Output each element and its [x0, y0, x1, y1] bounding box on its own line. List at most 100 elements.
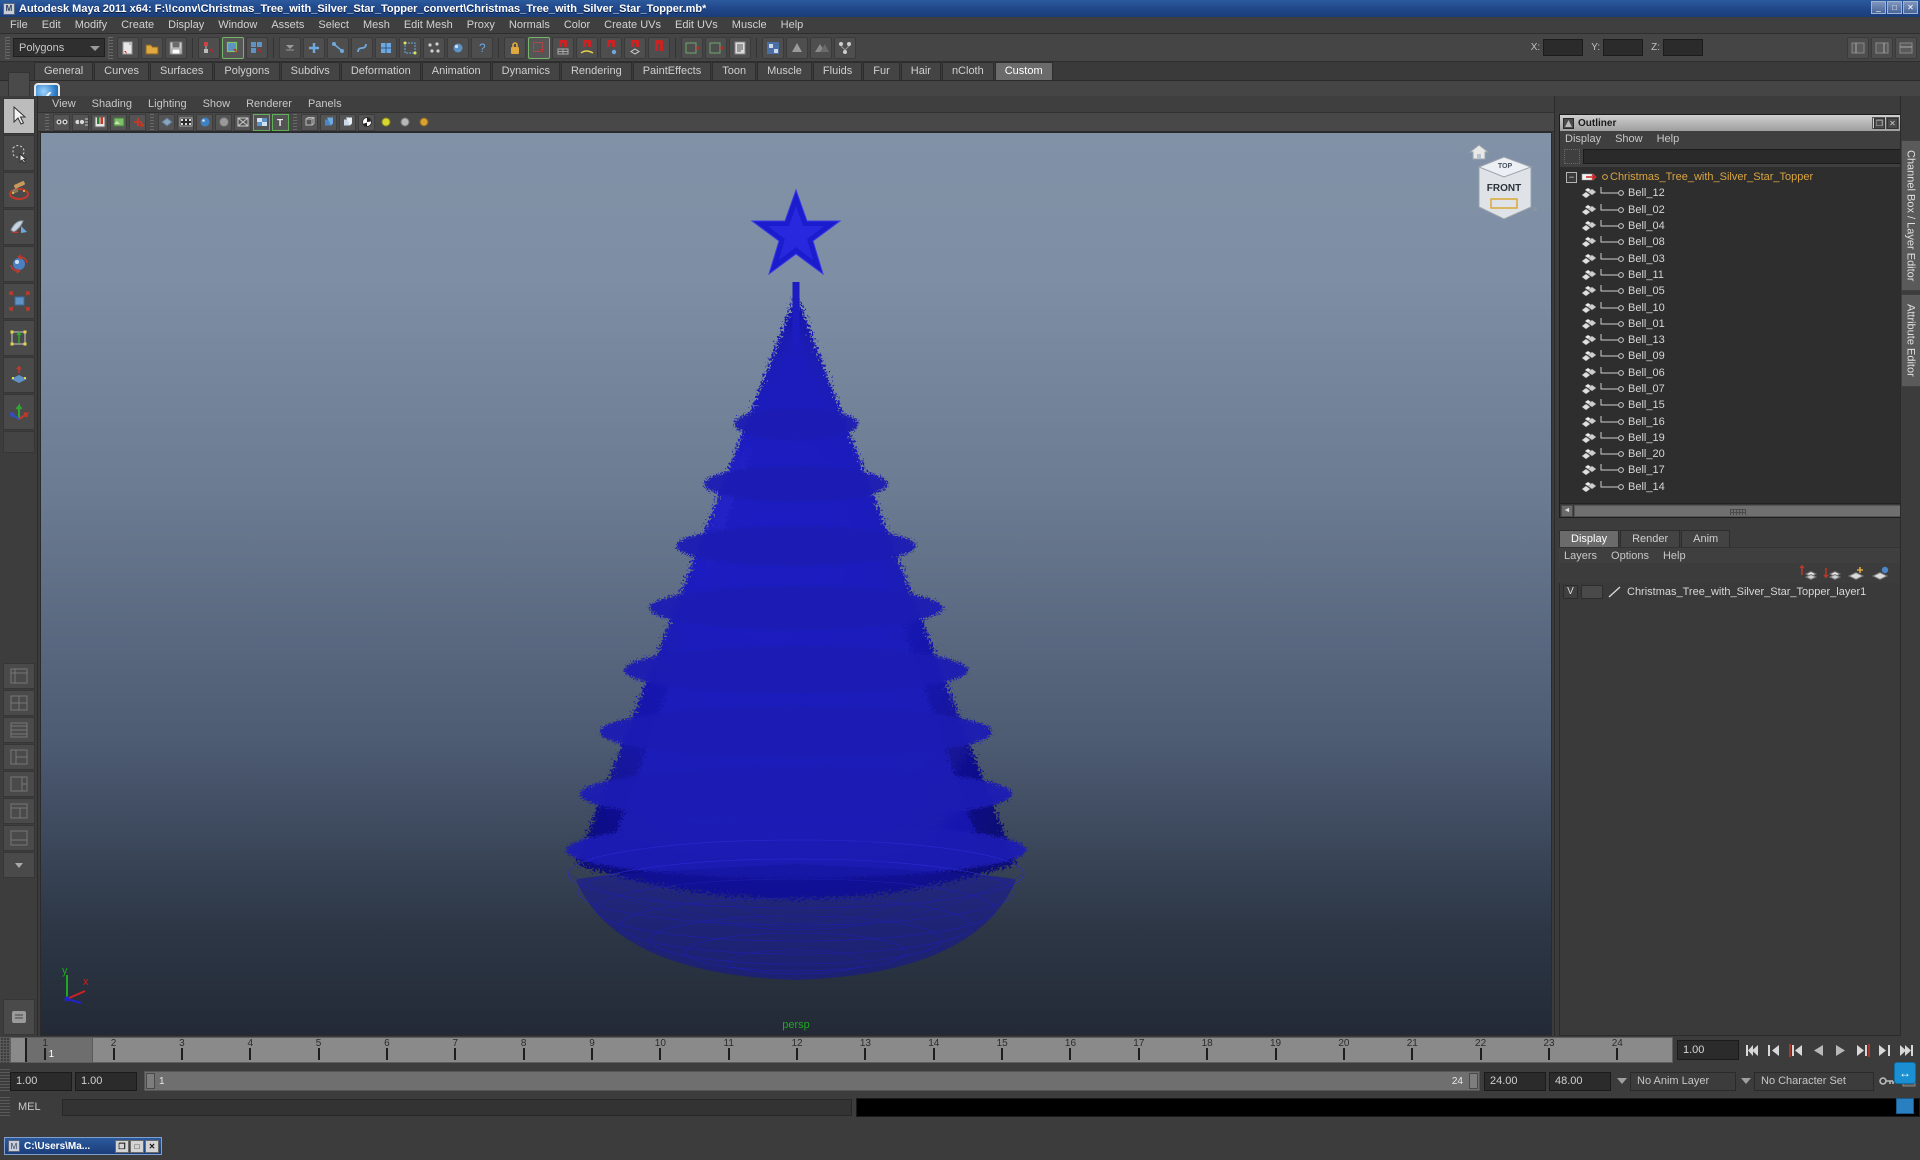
coord-x-field[interactable]	[1543, 39, 1583, 56]
lock-icon[interactable]	[504, 37, 526, 59]
menu-item-edit-uvs[interactable]: Edit UVs	[668, 18, 725, 32]
rotate-tool[interactable]	[3, 246, 35, 282]
character-set-field[interactable]: No Character Set	[1754, 1072, 1874, 1091]
paint-select-tool[interactable]	[3, 172, 35, 208]
hypergraph-icon[interactable]	[786, 37, 808, 59]
toolbar-grip-2[interactable]	[108, 37, 113, 59]
time-slider[interactable]: 1 12345678910111213141516171819202122232…	[10, 1037, 1673, 1063]
outliner-item-bell_13[interactable]: Bell_13	[1560, 332, 1901, 348]
range-end-time-field[interactable]: 24.00	[1484, 1072, 1546, 1091]
open-scene-icon[interactable]	[141, 37, 163, 59]
toolbox-quick-layout-6[interactable]	[3, 798, 35, 824]
toolbox-quick-layout-7[interactable]	[3, 825, 35, 851]
layer-list[interactable]: VChristmas_Tree_with_Silver_Star_Topper_…	[1559, 583, 1916, 1036]
right-dock-close-button[interactable]: ✕	[1887, 118, 1898, 129]
create-new-layer-icon[interactable]	[1847, 565, 1866, 581]
viewport-menu-renderer[interactable]: Renderer	[238, 98, 300, 110]
shelf-tab-rendering[interactable]: Rendering	[561, 62, 632, 80]
step-back-frame-button[interactable]	[1787, 1041, 1806, 1060]
outliner-item-bell_20[interactable]: Bell_20	[1560, 446, 1901, 462]
image-plane-icon[interactable]	[110, 114, 127, 131]
snap-to-grids-icon[interactable]	[552, 37, 574, 59]
render-current-frame-icon[interactable]	[681, 37, 703, 59]
anim-layer-field[interactable]: No Anim Layer	[1630, 1072, 1736, 1091]
viewport-menu-shading[interactable]: Shading	[84, 98, 140, 110]
side-tab-attribute-editor[interactable]: Attribute Editor	[1901, 294, 1920, 387]
select-by-hierarchy-icon[interactable]	[198, 37, 220, 59]
outliner-scroll-left-button[interactable]: ◄	[1561, 505, 1573, 517]
window-maximize-button[interactable]: □	[1887, 1, 1902, 14]
flat-shade-icon[interactable]	[215, 114, 232, 131]
smooth-shade-all-icon[interactable]	[196, 114, 213, 131]
layer-menu-options[interactable]: Options	[1611, 550, 1663, 562]
move-tool[interactable]	[3, 394, 35, 430]
render-settings-icon[interactable]	[729, 37, 751, 59]
node-editor-icon[interactable]	[834, 37, 856, 59]
outliner-item-bell_15[interactable]: Bell_15	[1560, 397, 1901, 413]
outliner-menu-display[interactable]: Display	[1565, 133, 1609, 145]
window-controls[interactable]: _ □ ✕	[1871, 1, 1918, 14]
toolbox-quick-layout-5[interactable]	[3, 771, 35, 797]
outliner-item-bell_12[interactable]: Bell_12	[1560, 185, 1901, 201]
shelf-tab-muscle[interactable]: Muscle	[757, 62, 812, 80]
move-layer-down-icon[interactable]	[1823, 565, 1842, 581]
shelf-tab-custom[interactable]: Custom	[995, 62, 1053, 80]
snap-grid-icon[interactable]	[528, 37, 550, 59]
time-slider-grip[interactable]	[0, 1037, 10, 1063]
anim-start-time-field[interactable]: 1.00	[10, 1072, 72, 1091]
camera-attributes-icon[interactable]	[72, 114, 89, 131]
shelf-tab-general[interactable]: General	[34, 62, 93, 80]
shelf-tab-animation[interactable]: Animation	[422, 62, 491, 80]
anim-end-time-field[interactable]: 48.00	[1549, 1072, 1611, 1091]
shelf-tab-subdivs[interactable]: Subdivs	[281, 62, 340, 80]
play-forwards-button[interactable]	[1831, 1041, 1850, 1060]
3d-viewport[interactable]: y x persp TOP FRONT	[40, 132, 1552, 1036]
show-hide-channelbox-icon[interactable]	[1847, 37, 1869, 59]
move-layer-up-icon[interactable]	[1799, 565, 1818, 581]
shelf-tab-ncloth[interactable]: nCloth	[942, 62, 994, 80]
outliner-item-bell_11[interactable]: Bell_11	[1560, 267, 1901, 283]
layer-row[interactable]: VChristmas_Tree_with_Silver_Star_Topper_…	[1560, 583, 1915, 600]
layer-menu-layers[interactable]: Layers	[1564, 550, 1611, 562]
outliner-item-bell_05[interactable]: Bell_05	[1560, 283, 1901, 299]
select-tool[interactable]	[3, 98, 35, 134]
hypershade-icon[interactable]	[762, 37, 784, 59]
select-by-component-icon[interactable]	[246, 37, 268, 59]
toolbox-quick-layout-2[interactable]	[3, 690, 35, 716]
outliner-item-bell_01[interactable]: Bell_01	[1560, 316, 1901, 332]
grid-toggle-icon[interactable]	[158, 114, 175, 131]
outliner-menu-help[interactable]: Help	[1657, 133, 1688, 145]
range-slider-bar[interactable]: 1 24	[144, 1071, 1480, 1091]
outliner-root-expander[interactable]: −	[1566, 172, 1577, 183]
select-by-object-icon[interactable]	[222, 37, 244, 59]
outliner-item-bell_16[interactable]: Bell_16	[1560, 413, 1901, 429]
save-scene-icon[interactable]	[165, 37, 187, 59]
face-mask-icon[interactable]	[351, 37, 373, 59]
menu-set-selector[interactable]: Polygons	[13, 38, 105, 57]
window-close-button[interactable]: ✕	[1903, 1, 1918, 14]
use-all-lights-icon[interactable]: T	[272, 114, 289, 131]
menu-item-help[interactable]: Help	[774, 18, 811, 32]
outliner-item-bell_10[interactable]: Bell_10	[1560, 299, 1901, 315]
character-set-dropdown-arrow[interactable]	[1738, 1072, 1754, 1091]
range-slider-left-handle[interactable]	[146, 1073, 155, 1089]
menu-item-display[interactable]: Display	[161, 18, 211, 32]
light-grey-icon[interactable]	[396, 114, 413, 131]
menu-item-proxy[interactable]: Proxy	[460, 18, 502, 32]
outliner-item-bell_17[interactable]: Bell_17	[1560, 462, 1901, 478]
show-hide-attreditor-icon[interactable]	[1871, 37, 1893, 59]
outliner-item-bell_02[interactable]: Bell_02	[1560, 202, 1901, 218]
go-to-start-button[interactable]	[1743, 1041, 1762, 1060]
edge-mask-icon[interactable]	[327, 37, 349, 59]
view-cube[interactable]: TOP FRONT	[1469, 149, 1539, 225]
uv-mask-icon[interactable]	[375, 37, 397, 59]
snap-to-points-icon[interactable]	[600, 37, 622, 59]
outliner-item-bell_07[interactable]: Bell_07	[1560, 381, 1901, 397]
twopoint-resolution-icon[interactable]	[129, 114, 146, 131]
toolbox-quick-layout-3[interactable]	[3, 717, 35, 743]
film-gate-icon[interactable]	[177, 114, 194, 131]
universal-manipulator-tool[interactable]	[3, 320, 35, 356]
wireframe-on-shaded-icon[interactable]	[234, 114, 251, 131]
select-camera-icon[interactable]	[53, 114, 70, 131]
snap-to-curves-icon[interactable]	[576, 37, 598, 59]
